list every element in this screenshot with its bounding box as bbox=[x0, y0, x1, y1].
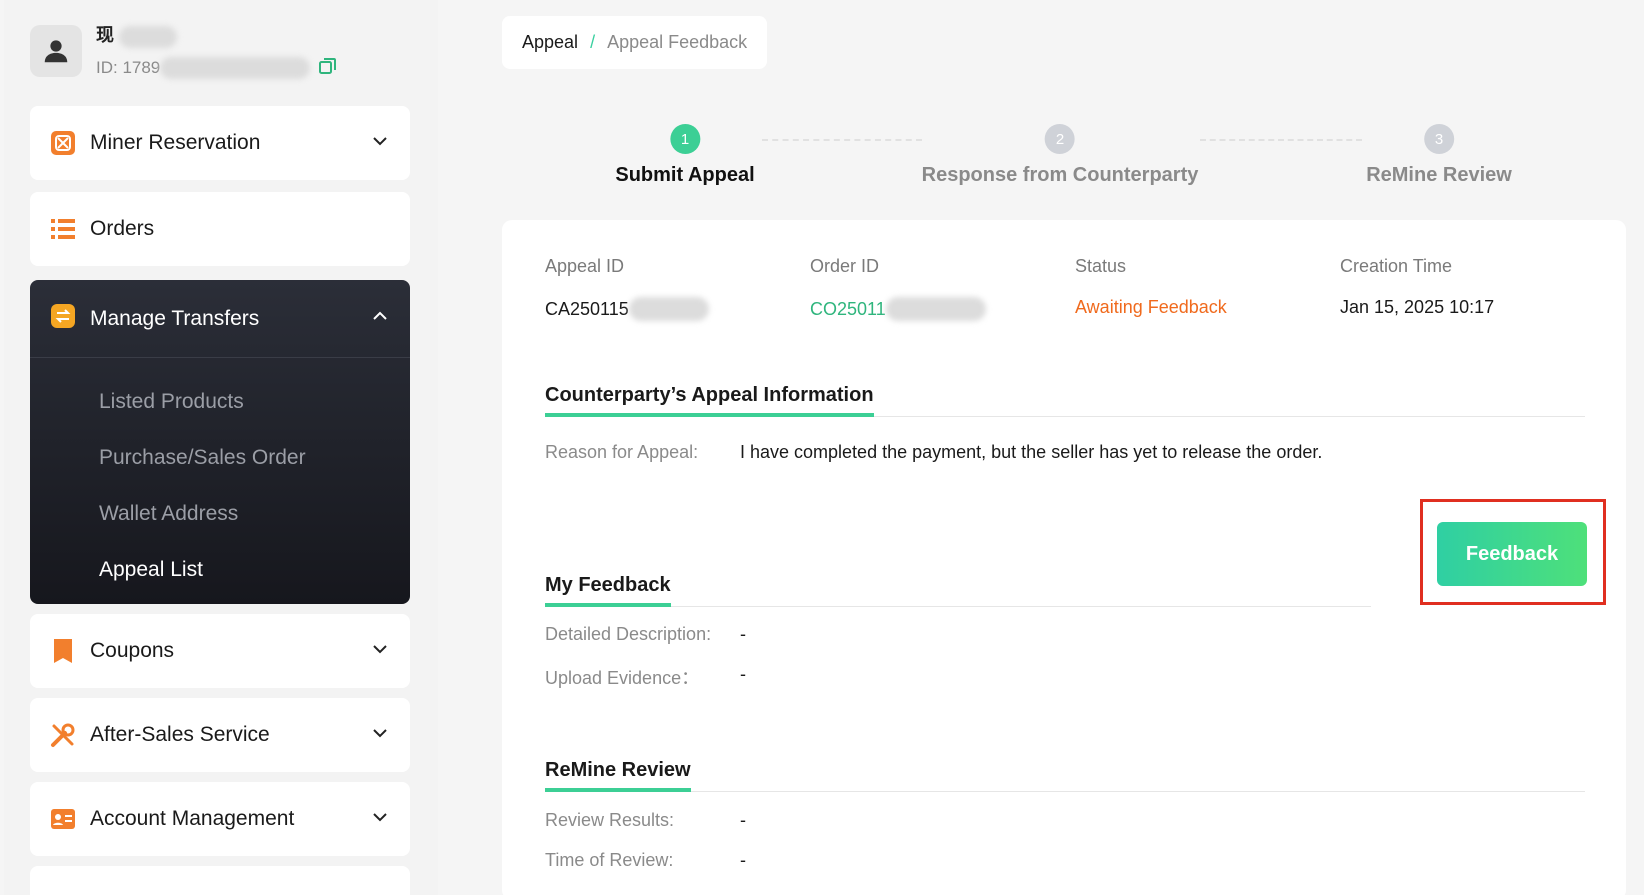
row-label: Review Results: bbox=[545, 810, 675, 830]
copy-icon[interactable] bbox=[318, 56, 338, 81]
row-value: - bbox=[740, 624, 746, 644]
sidebar-item-account-management[interactable]: Account Management bbox=[30, 782, 410, 856]
coupon-icon bbox=[50, 638, 76, 664]
row-value: - bbox=[740, 850, 746, 870]
redacted-name bbox=[119, 25, 178, 48]
step-label: Submit Appeal bbox=[615, 164, 755, 186]
row-label: Upload Evidence： bbox=[545, 668, 700, 688]
chevron-up-icon[interactable] bbox=[370, 306, 390, 331]
sidebar-item-label: Miner Reservation bbox=[90, 131, 261, 154]
row-label: Detailed Description: bbox=[545, 624, 712, 644]
reason-value: I have completed the payment, but the se… bbox=[740, 442, 1323, 462]
user-name: 现 bbox=[96, 25, 114, 46]
step-number: 1 bbox=[670, 124, 700, 154]
sidebar-subitem-purchase-sales-order[interactable]: Purchase/Sales Order bbox=[30, 430, 410, 486]
sidebar-item-label: Coupons bbox=[90, 639, 175, 662]
chevron-down-icon[interactable] bbox=[370, 723, 390, 748]
sidebar-item-label: Account Management bbox=[90, 807, 295, 830]
sidebar-item-after-sales-service[interactable]: After-Sales Service bbox=[30, 698, 410, 772]
step-label: Response from Counterparty bbox=[921, 164, 1199, 186]
transfer-icon bbox=[50, 303, 76, 334]
breadcrumb: Appeal / Appeal Feedback bbox=[502, 16, 768, 69]
feedback-button[interactable]: Feedback bbox=[1437, 522, 1587, 586]
meta-label: Status bbox=[1075, 256, 1127, 276]
user-profile: 现 ID: 1789 bbox=[30, 22, 338, 80]
section-divider bbox=[545, 791, 1585, 792]
row-detailed-description: Detailed Description: - bbox=[545, 624, 746, 645]
orders-list-icon bbox=[50, 216, 76, 242]
redacted-id bbox=[160, 57, 311, 80]
row-value: - bbox=[740, 810, 746, 830]
row-review-results: Review Results: - bbox=[545, 810, 746, 831]
row-time-of-review: Time of Review: - bbox=[545, 850, 746, 871]
meta-label: Appeal ID bbox=[545, 256, 625, 276]
sidebar-group-manage-transfers: Manage Transfers Listed Products Purchas… bbox=[30, 280, 410, 604]
row-reason: Reason for Appeal: I have completed the … bbox=[545, 442, 1322, 463]
step-response-counterparty: 2 Response from Counterparty bbox=[921, 120, 1199, 187]
sidebar-subitem-listed-products[interactable]: Listed Products bbox=[30, 374, 410, 430]
sidebar-item-miner-reservation[interactable]: Miner Reservation bbox=[30, 106, 410, 180]
step-number: 2 bbox=[1045, 124, 1075, 154]
sidebar-item-label: Manage Transfers bbox=[90, 306, 260, 330]
meta-status: Status Awaiting Feedback bbox=[1075, 256, 1227, 318]
sidebar-subitem-wallet-address[interactable]: Wallet Address bbox=[30, 486, 410, 542]
miner-icon bbox=[50, 130, 76, 156]
sidebar: 现 ID: 1789 Miner Reservation Orders Mana… bbox=[4, 0, 438, 895]
step-remine-review: 3 ReMine Review bbox=[1366, 120, 1512, 187]
creation-time-value: Jan 15, 2025 10:17 bbox=[1340, 297, 1495, 317]
order-id-link[interactable]: CO25011 bbox=[810, 299, 886, 320]
sidebar-item-partial bbox=[30, 866, 410, 895]
user-avatar-icon bbox=[30, 25, 82, 77]
appeal-id-value: CA250115 bbox=[545, 298, 629, 319]
meta-label: Creation Time bbox=[1340, 256, 1453, 276]
chevron-down-icon[interactable] bbox=[370, 639, 390, 664]
section-title-counterparty: Counterparty’s Appeal Information bbox=[545, 384, 874, 417]
sidebar-item-orders[interactable]: Orders bbox=[30, 192, 410, 266]
meta-order-id: Order ID CO25011 bbox=[810, 256, 986, 321]
section-title-remine-review: ReMine Review bbox=[545, 759, 691, 792]
status-value: Awaiting Feedback bbox=[1075, 297, 1227, 317]
appeal-detail-panel: Appeal ID CA250115 Order ID CO25011 Stat… bbox=[502, 220, 1626, 895]
breadcrumb-root[interactable]: Appeal bbox=[522, 32, 578, 53]
chevron-down-icon[interactable] bbox=[370, 131, 390, 156]
highlight-box: Feedback bbox=[1420, 499, 1606, 605]
row-label: Reason for Appeal: bbox=[545, 442, 699, 462]
row-label: Time of Review: bbox=[545, 850, 674, 870]
step-connector bbox=[762, 139, 922, 141]
sidebar-item-label: After-Sales Service bbox=[90, 723, 270, 746]
step-label: ReMine Review bbox=[1366, 164, 1512, 186]
progress-steps: 1 Submit Appeal 2 Response from Counterp… bbox=[502, 120, 1622, 190]
id-card-icon bbox=[50, 806, 76, 832]
sidebar-item-label: Orders bbox=[90, 217, 155, 240]
step-submit-appeal: 1 Submit Appeal bbox=[615, 120, 755, 187]
tools-icon bbox=[50, 722, 76, 748]
row-value: - bbox=[740, 664, 746, 684]
chevron-down-icon[interactable] bbox=[370, 807, 390, 832]
redacted-order-id bbox=[885, 297, 986, 321]
step-connector bbox=[1200, 139, 1362, 141]
user-id: ID: 1789 bbox=[96, 58, 161, 78]
breadcrumb-separator: / bbox=[590, 32, 596, 52]
meta-label: Order ID bbox=[810, 256, 880, 276]
sidebar-subitem-appeal-list[interactable]: Appeal List bbox=[30, 542, 410, 598]
redacted-appeal-id bbox=[628, 297, 709, 321]
section-title-my-feedback: My Feedback bbox=[545, 574, 671, 607]
meta-appeal-id: Appeal ID CA250115 bbox=[545, 256, 709, 321]
sidebar-item-manage-transfers[interactable]: Manage Transfers bbox=[30, 280, 410, 358]
sidebar-item-coupons[interactable]: Coupons bbox=[30, 614, 410, 688]
meta-creation-time: Creation Time Jan 15, 2025 10:17 bbox=[1340, 256, 1494, 318]
step-number: 3 bbox=[1423, 124, 1454, 154]
row-upload-evidence: Upload Evidence： - bbox=[545, 664, 746, 690]
breadcrumb-current: Appeal Feedback bbox=[607, 32, 748, 52]
